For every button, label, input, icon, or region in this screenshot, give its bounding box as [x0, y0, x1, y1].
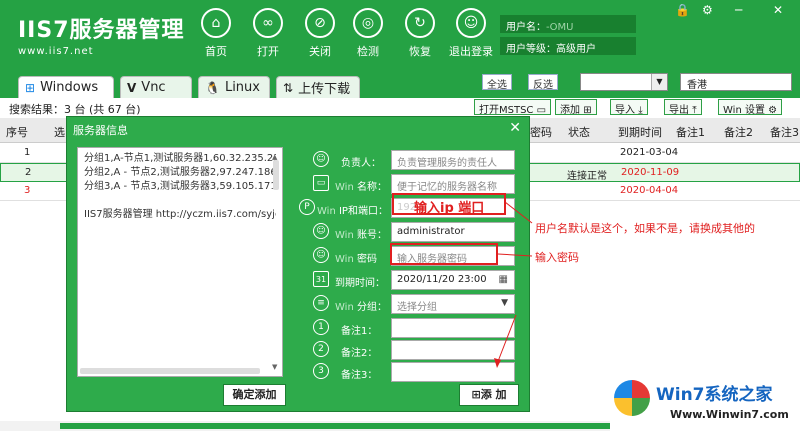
add-arrow: [496, 314, 517, 365]
password-arrow: [497, 253, 533, 257]
windows-flag-icon: [614, 380, 650, 416]
watermark: Win7系统之家 Www.Winwin7.com: [610, 374, 800, 431]
app-window: IIS7服务器管理 www.iis7.net ⌂ 首页 ∞ 打开 ⊘ 关闭 ◎ …: [0, 0, 800, 431]
add-arrow-head: [494, 358, 501, 368]
watermark-url: Www.Winwin7.com: [670, 408, 789, 421]
annotation-arrows: [494, 201, 533, 368]
watermark-title: Win7系统之家: [656, 385, 773, 405]
username-arrow: [504, 201, 533, 224]
